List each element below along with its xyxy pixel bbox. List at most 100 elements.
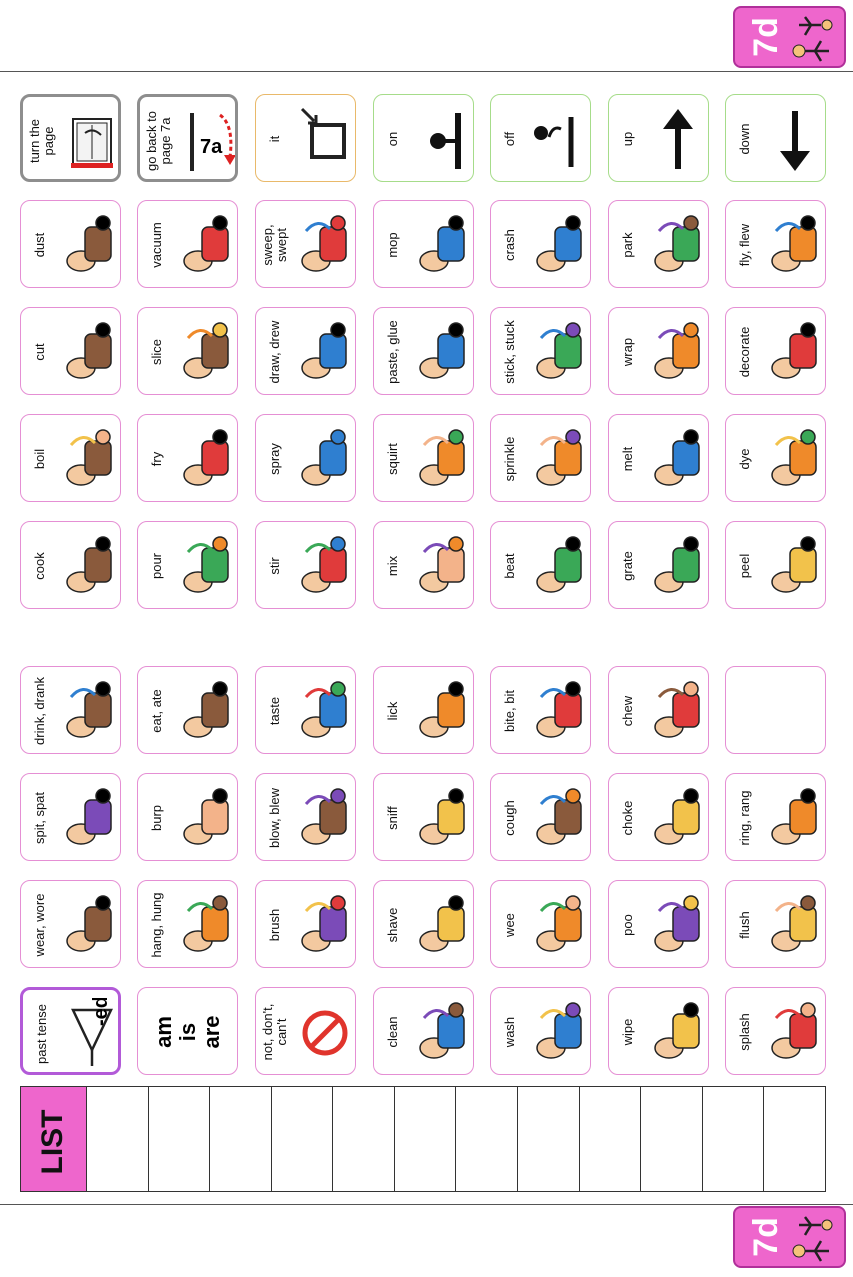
cell-it-box-pointer[interactable]: it <box>255 94 356 182</box>
lollipop-lick-icon <box>419 681 465 738</box>
cell-hairbrush[interactable]: brush <box>255 880 356 968</box>
it-box-pointer-icon <box>300 107 346 159</box>
list-cell[interactable] <box>580 1087 642 1191</box>
cell-label: wrap <box>620 337 635 367</box>
cell-mouth-chew[interactable]: chew <box>608 666 709 754</box>
cell-broom[interactable]: sweep, swept <box>255 200 356 288</box>
cell-drinking[interactable]: drink, drank <box>20 666 121 754</box>
list-cell[interactable] <box>333 1087 395 1191</box>
cell-decorate[interactable]: decorate <box>725 307 826 395</box>
cell-no-sign[interactable]: not, don't, can't <box>255 987 356 1075</box>
cell-pour-jug[interactable]: pour <box>137 521 238 609</box>
cell-eating[interactable]: eat, ate <box>137 666 238 754</box>
cell-car-crash[interactable]: crash <box>490 200 591 288</box>
cell-label: fry <box>149 451 164 467</box>
cell-teeth-bite[interactable]: bite, bit <box>490 666 591 754</box>
cell-knife-cut[interactable]: cut <box>20 307 121 395</box>
cell-off-position[interactable]: off <box>490 94 591 182</box>
cell-on-position[interactable]: on <box>373 94 474 182</box>
cell-boiling-pot[interactable]: boil <box>20 414 121 502</box>
cell-label: wipe <box>620 1018 635 1046</box>
cell-label: turn the page <box>27 118 56 164</box>
cell-frying-pan[interactable]: fry <box>137 414 238 502</box>
cell-empty[interactable] <box>725 666 826 754</box>
cell-label: mop <box>385 232 400 258</box>
list-cell[interactable] <box>395 1087 457 1191</box>
cell-cleaning-cloth[interactable]: clean <box>373 987 474 1075</box>
cell-spray-bottle[interactable]: spray <box>255 414 356 502</box>
cell-label: dust <box>32 232 47 258</box>
list-cell[interactable] <box>87 1087 149 1191</box>
on-position-icon <box>430 113 461 169</box>
cell-label: past tense <box>34 1004 49 1064</box>
cell-lollipop-lick[interactable]: lick <box>373 666 474 754</box>
cell-banana-peel[interactable]: peel <box>725 521 826 609</box>
cell-sprinkle-shaker[interactable]: sprinkle <box>490 414 591 502</box>
cell-toilet-poo[interactable]: poo <box>608 880 709 968</box>
cell-label: shave <box>385 907 400 943</box>
list-cell[interactable] <box>703 1087 765 1191</box>
toilet-poo-icon <box>654 895 700 952</box>
hairbrush-icon <box>301 895 347 952</box>
cell-spit[interactable]: spit, spat <box>20 773 121 861</box>
cell-dye-bucket[interactable]: dye <box>725 414 826 502</box>
cell-mop[interactable]: mop <box>373 200 474 288</box>
car-crash-icon <box>536 215 582 272</box>
cell-phone-ring[interactable]: ring, rang <box>725 773 826 861</box>
choke-icon <box>654 788 700 845</box>
cell-up-arrow[interactable]: up <box>608 94 709 182</box>
cell-toilet-wee[interactable]: wee <box>490 880 591 968</box>
list-cell[interactable] <box>456 1087 519 1191</box>
cell-snowman-melt[interactable]: melt <box>608 414 709 502</box>
page-tab-top[interactable]: 7d <box>733 6 846 68</box>
burp-icon <box>183 788 229 845</box>
list-cell[interactable] <box>764 1087 825 1191</box>
cell-label: drink, drank <box>32 677 47 745</box>
cell-parked-cars[interactable]: park <box>608 200 709 288</box>
list-cell[interactable] <box>149 1087 211 1191</box>
list-cell[interactable] <box>641 1087 703 1191</box>
cell-bird-fly[interactable]: fly, flew <box>725 200 826 288</box>
cell-water-splash[interactable]: splash <box>725 987 826 1075</box>
cell-past-tense-ed[interactable]: past tense -ed <box>20 987 121 1075</box>
cell-wash-hands[interactable]: wash <box>490 987 591 1075</box>
cell-go-back-arrow[interactable]: go back to page 7a 7a <box>137 94 238 182</box>
cell-label: mix <box>385 555 400 577</box>
cell-dust[interactable]: dust <box>20 200 121 288</box>
wipe-cloth-icon <box>654 1002 700 1059</box>
cell-tongue-taste[interactable]: taste <box>255 666 356 754</box>
cell-squirt-gun[interactable]: squirt <box>373 414 474 502</box>
cell-toilet-flush[interactable]: flush <box>725 880 826 968</box>
cell-cooking-stove[interactable]: cook <box>20 521 121 609</box>
cell-grater[interactable]: grate <box>608 521 709 609</box>
cell-label: splash <box>737 1013 752 1051</box>
cell-nose-sniff[interactable]: sniff <box>373 773 474 861</box>
cell-down-arrow[interactable]: down <box>725 94 826 182</box>
list-cell[interactable] <box>210 1087 272 1191</box>
cell-choke[interactable]: choke <box>608 773 709 861</box>
list-cell[interactable] <box>272 1087 334 1191</box>
tongue-taste-icon <box>301 681 347 738</box>
cell-hanger[interactable]: hang, hung <box>137 880 238 968</box>
cell-vacuum[interactable]: vacuum <box>137 200 238 288</box>
cell-blow[interactable]: blow, blew <box>255 773 356 861</box>
cell-drawing[interactable]: draw, drew <box>255 307 356 395</box>
cell-mixer[interactable]: mix <box>373 521 474 609</box>
cell-burp[interactable]: burp <box>137 773 238 861</box>
list-cell[interactable] <box>518 1087 580 1191</box>
am-is-are-words: am is are <box>144 988 232 1074</box>
cell-slice[interactable]: slice <box>137 307 238 395</box>
cell-glue-bottle[interactable]: paste, glue <box>373 307 474 395</box>
cell-whisk-beat[interactable]: beat <box>490 521 591 609</box>
cell-wipe-cloth[interactable]: wipe <box>608 987 709 1075</box>
page-tab-bottom[interactable]: 7d <box>733 1206 846 1268</box>
cell-gift-wrap[interactable]: wrap <box>608 307 709 395</box>
cell-sticky-hand[interactable]: stick, stuck <box>490 307 591 395</box>
cell-stir-bowl[interactable]: stir <box>255 521 356 609</box>
cell-am-is-are[interactable]: am is are <box>137 987 238 1075</box>
cell-razor-shave[interactable]: shave <box>373 880 474 968</box>
cell-label: paste, glue <box>385 320 400 384</box>
cell-book-page[interactable]: turn the page <box>20 94 121 182</box>
cell-wear-clothes[interactable]: wear, wore <box>20 880 121 968</box>
cell-cough[interactable]: cough <box>490 773 591 861</box>
